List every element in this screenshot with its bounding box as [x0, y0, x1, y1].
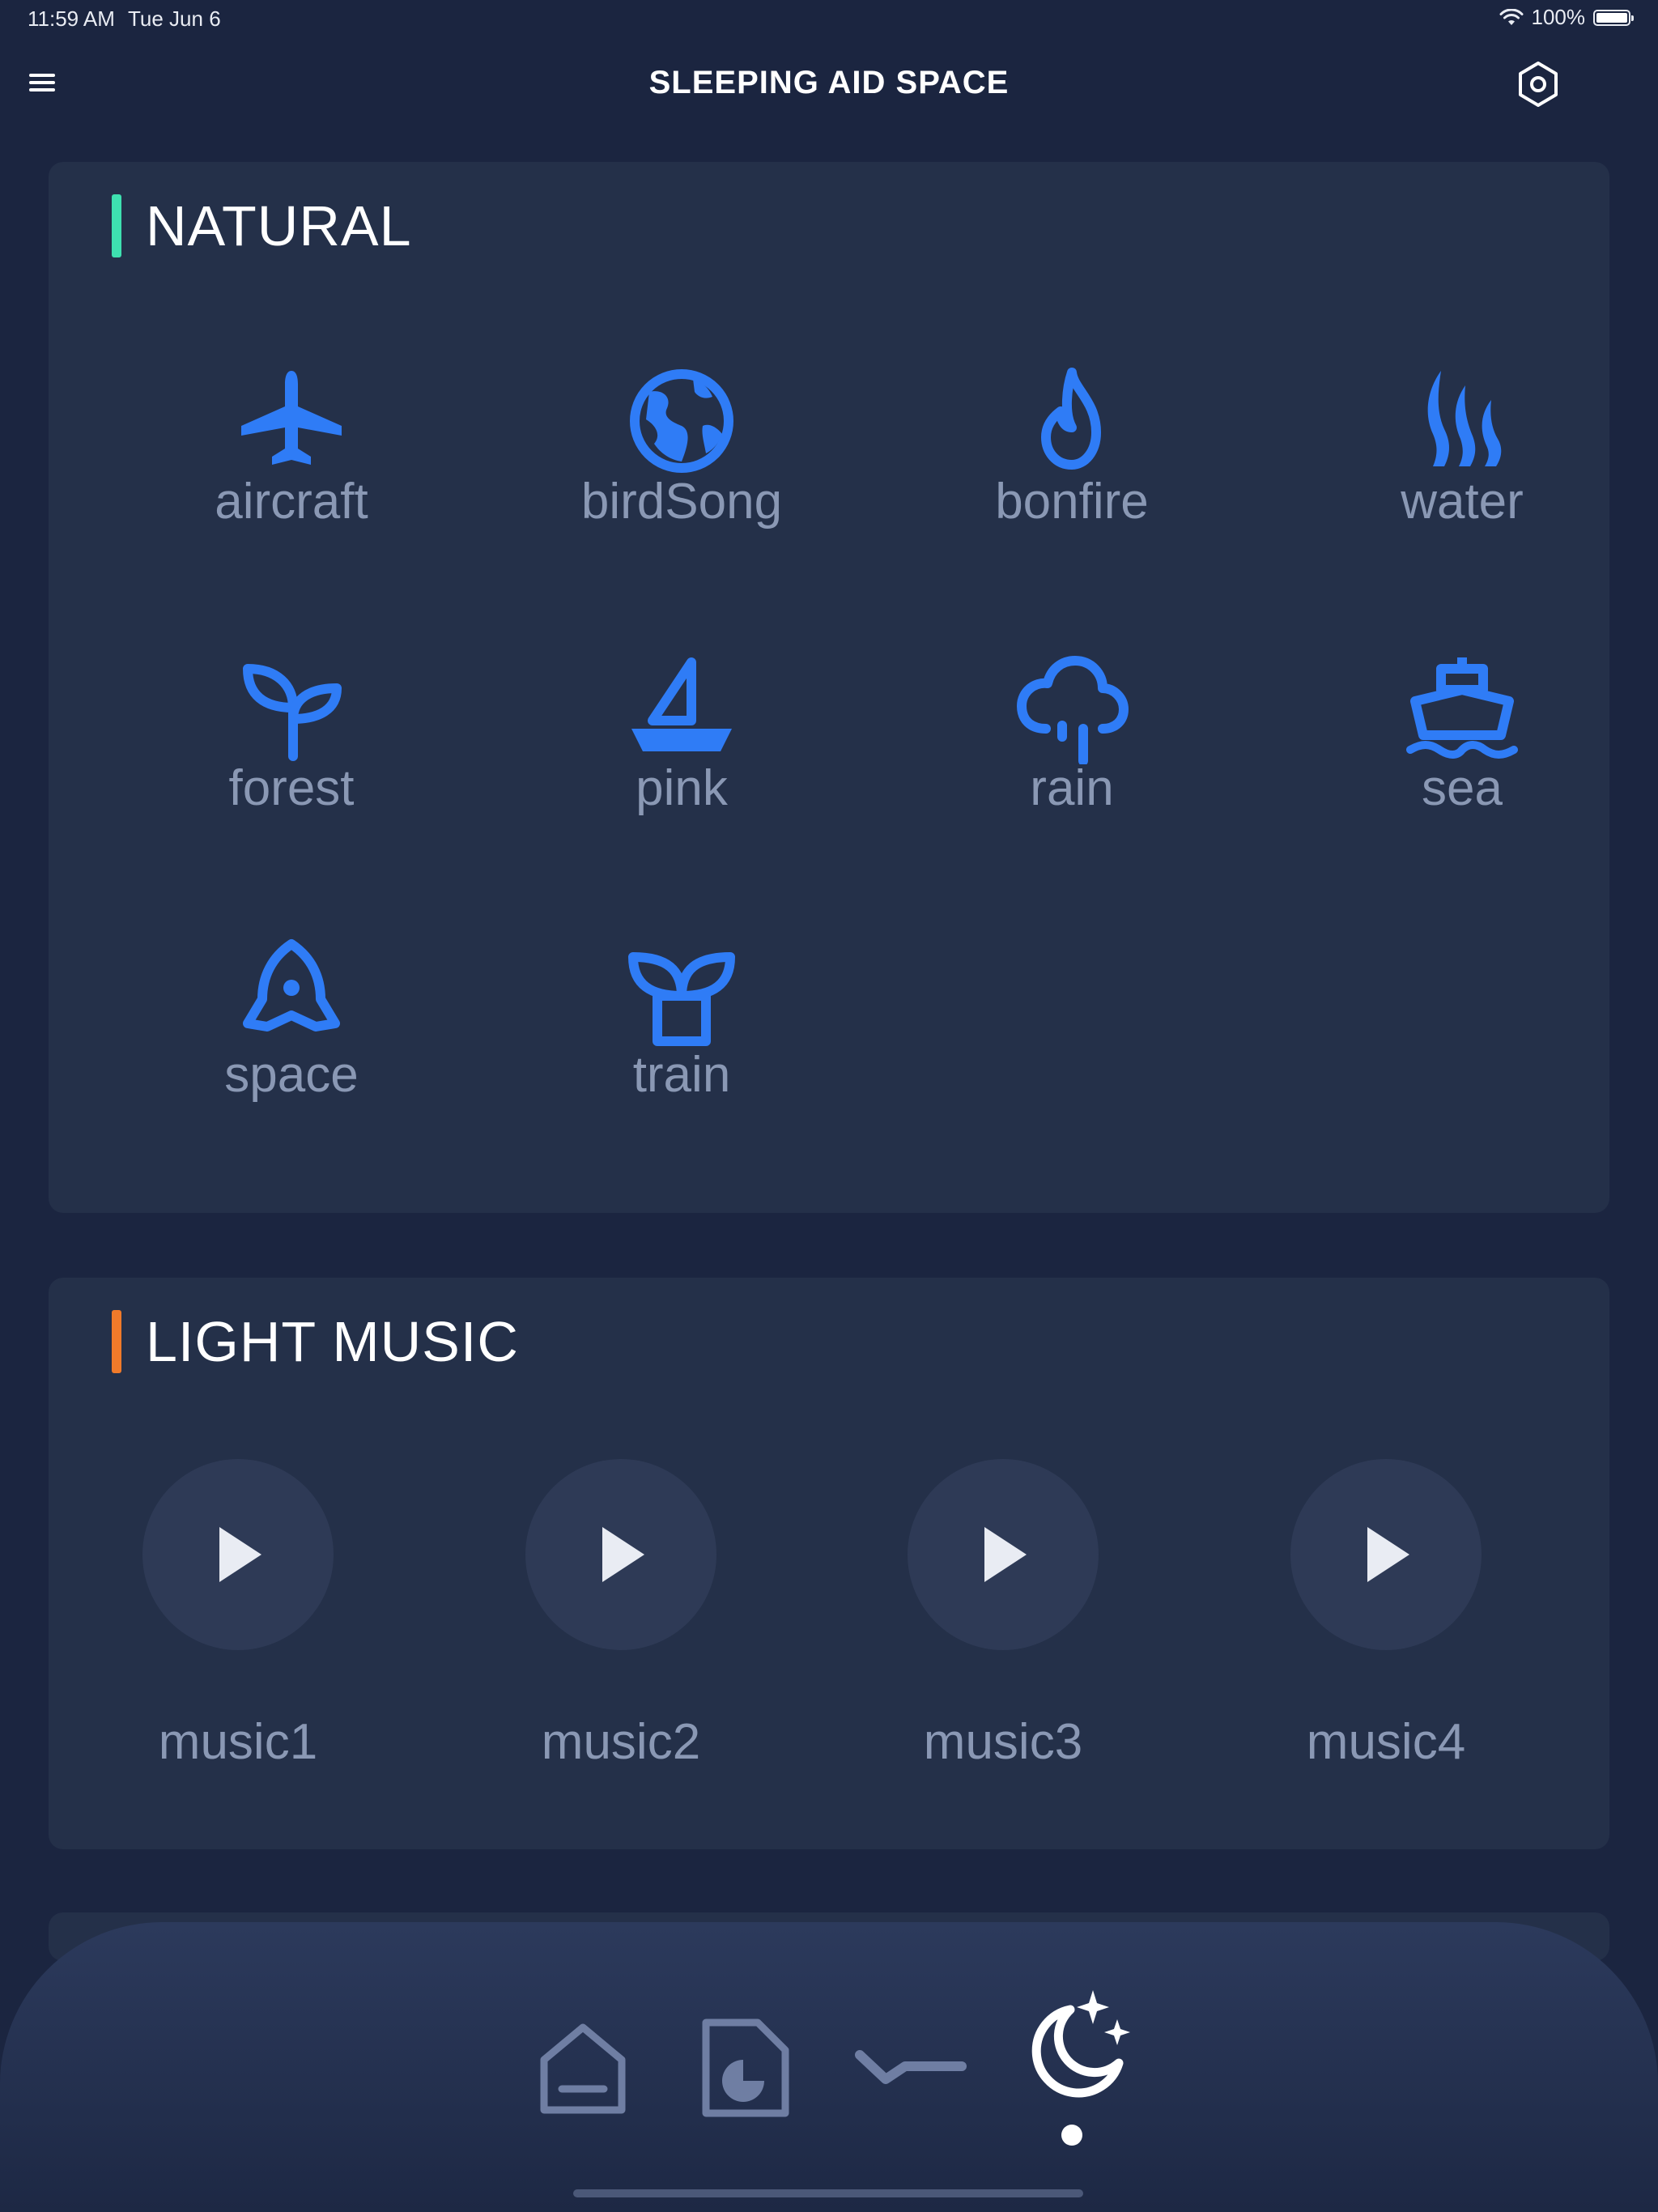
status-time: 11:59 AM [28, 6, 115, 31]
sound-water[interactable]: water [1324, 364, 1600, 530]
play-icon [602, 1527, 644, 1582]
play-button[interactable] [525, 1459, 716, 1650]
natural-section: NATURAL aircraft birdSong bonfire water [49, 162, 1609, 1213]
sound-label: pink [636, 760, 728, 816]
play-button[interactable] [1290, 1459, 1482, 1650]
natural-header: NATURAL [112, 194, 412, 257]
ship-icon [1406, 657, 1518, 759]
light-music-section: LIGHT MUSIC music1 music2 music3 music4 [49, 1278, 1609, 1849]
status-bar: 11:59 AM Tue Jun 6 100% [0, 0, 1658, 37]
wifi-icon [1499, 8, 1523, 25]
sound-label: aircraft [215, 474, 368, 530]
natural-title: NATURAL [146, 194, 412, 257]
play-icon [219, 1527, 261, 1582]
sound-label: water [1401, 474, 1524, 530]
sprout-icon [243, 664, 342, 761]
page-title: SLEEPING AID SPACE [648, 65, 1010, 100]
sound-label: sea [1422, 760, 1503, 816]
music-item-4[interactable]: music4 [1256, 1459, 1516, 1771]
play-icon [1367, 1527, 1409, 1582]
play-button[interactable] [142, 1459, 334, 1650]
sailboat-icon [631, 657, 732, 751]
sound-label: bonfire [995, 474, 1149, 530]
sound-label: forest [228, 760, 355, 816]
sound-label: train [632, 1047, 731, 1103]
light-music-title: LIGHT MUSIC [146, 1310, 519, 1373]
sound-rain[interactable]: rain [934, 651, 1209, 817]
music-label: music1 [158, 1714, 318, 1770]
flame-icon [1041, 368, 1101, 470]
sound-forest[interactable]: forest [154, 651, 429, 817]
sound-pink[interactable]: pink [544, 651, 819, 817]
music-item-3[interactable]: music3 [874, 1459, 1133, 1771]
sound-label: birdSong [580, 474, 783, 530]
play-icon [984, 1527, 1027, 1582]
airplane-icon [241, 371, 342, 465]
music-item-2[interactable]: music2 [491, 1459, 750, 1771]
sound-bonfire[interactable]: bonfire [934, 364, 1209, 530]
moon-stars-icon[interactable] [1022, 1985, 1135, 2102]
nav-bar: SLEEPING AID SPACE [0, 49, 1658, 120]
home-indicator [573, 2189, 1083, 2197]
rocket-icon [243, 939, 340, 1032]
rain-cloud-icon [1017, 656, 1129, 764]
tab-bar [0, 1922, 1658, 2212]
sleep-curve-icon[interactable] [853, 2045, 968, 2091]
sound-aircraft[interactable]: aircraft [154, 364, 429, 530]
status-right: 100% [1499, 5, 1634, 30]
light-music-accent-bar [112, 1310, 121, 1373]
globe-icon [630, 369, 733, 473]
waves-flame-icon [1427, 371, 1502, 466]
battery-percent: 100% [1531, 5, 1586, 29]
home-icon[interactable] [538, 2021, 628, 2116]
active-tab-indicator [1061, 2125, 1082, 2146]
status-date: Tue Jun 6 [128, 6, 221, 31]
sound-sea[interactable]: sea [1324, 651, 1600, 817]
sound-label: space [224, 1047, 359, 1103]
report-icon[interactable] [701, 2018, 790, 2118]
sound-label: rain [1030, 760, 1114, 816]
settings-hexagon-icon[interactable] [1512, 58, 1564, 110]
play-button[interactable] [908, 1459, 1099, 1650]
battery-icon [1593, 9, 1634, 26]
potted-plant-icon [628, 952, 735, 1046]
sound-train[interactable]: train [544, 938, 819, 1104]
natural-accent-bar [112, 194, 121, 257]
sound-birdsong[interactable]: birdSong [544, 364, 819, 530]
light-music-header: LIGHT MUSIC [112, 1310, 519, 1373]
music-label: music3 [923, 1714, 1083, 1770]
music-label: music4 [1306, 1714, 1466, 1770]
music-item-1[interactable]: music1 [108, 1459, 368, 1771]
music-label: music2 [541, 1714, 701, 1770]
sound-space[interactable]: space [154, 938, 429, 1104]
